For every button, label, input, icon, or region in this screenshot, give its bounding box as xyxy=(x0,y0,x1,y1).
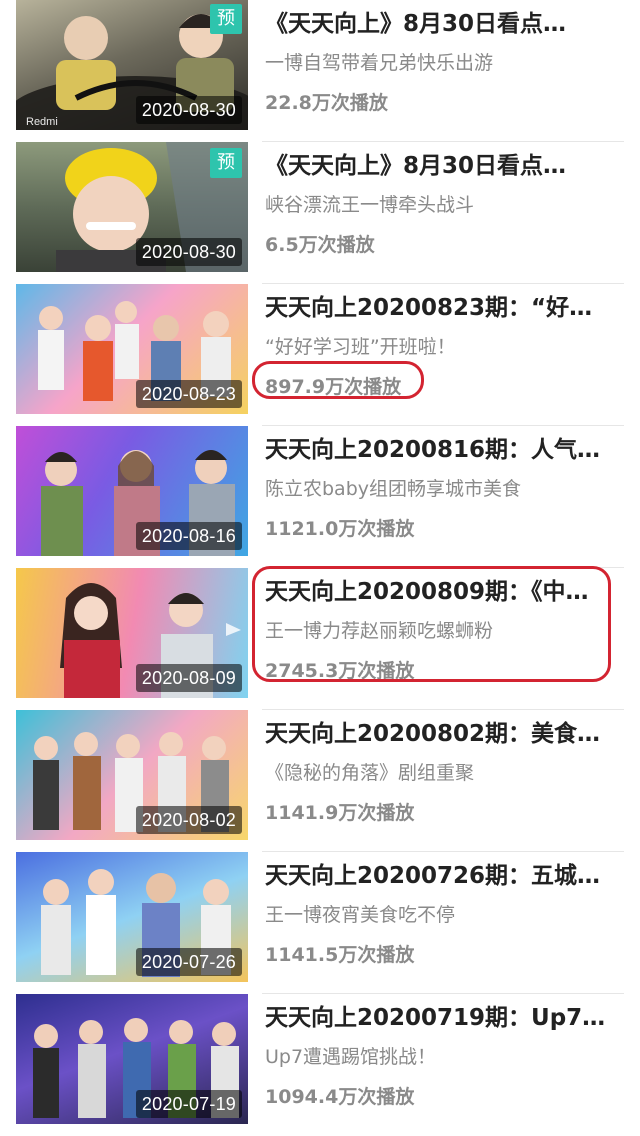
upload-date: 2020-08-02 xyxy=(135,806,242,834)
video-title[interactable]: 天天向上20200719期：Up7… xyxy=(265,998,605,1032)
video-thumbnail[interactable]: 2020-08-16 xyxy=(16,426,248,556)
video-title[interactable]: 天天向上20200823期：“好… xyxy=(265,288,605,322)
upload-date: 2020-07-26 xyxy=(135,948,242,976)
video-title[interactable]: 天天向上20200802期：美食… xyxy=(265,714,605,748)
video-thumbnail[interactable]: 2020-08-02 xyxy=(16,710,248,840)
video-item[interactable]: 2020-08-09 天天向上20200809期：《中… 王一博力荐赵丽颖吃螺蛳… xyxy=(0,568,640,710)
video-thumbnail[interactable]: 2020-07-19 xyxy=(16,994,248,1124)
video-subtitle: 王一博力荐赵丽颖吃螺蛳粉 xyxy=(265,620,494,642)
video-subtitle: 陈立农baby组团畅享城市美食 xyxy=(265,478,522,500)
video-thumbnail[interactable]: 2020-08-09 xyxy=(16,568,248,698)
view-count: 2745.3万次播放 xyxy=(265,660,415,682)
preview-badge: 预 xyxy=(210,148,242,178)
view-count: 897.9万次播放 xyxy=(265,376,402,398)
video-title[interactable]: 天天向上20200816期：人气… xyxy=(265,430,605,464)
video-item[interactable]: 2020-08-23 天天向上20200823期：“好… “好好学习班”开班啦！… xyxy=(0,284,640,426)
view-count: 1094.4万次播放 xyxy=(265,1086,415,1108)
upload-date: 2020-08-30 xyxy=(135,96,242,124)
view-count: 1141.5万次播放 xyxy=(265,944,415,966)
video-title[interactable]: 天天向上20200809期：《中… xyxy=(265,572,605,606)
upload-date: 2020-08-30 xyxy=(135,238,242,266)
video-thumbnail[interactable]: 预 Redmi 2020-08-30 xyxy=(16,0,248,130)
video-title[interactable]: 《天天向上》8月30日看点… xyxy=(265,146,605,180)
upload-date: 2020-08-16 xyxy=(135,522,242,550)
video-title[interactable]: 天天向上20200726期：五城… xyxy=(265,856,605,890)
view-count: 1121.0万次播放 xyxy=(265,518,415,540)
video-item[interactable]: 预 2020-08-30 《天天向上》8月30日看点… 峡谷漂流王一博牵头战斗 … xyxy=(0,142,640,284)
video-title[interactable]: 《天天向上》8月30日看点… xyxy=(265,4,605,38)
video-item[interactable]: 2020-08-16 天天向上20200816期：人气… 陈立农baby组团畅享… xyxy=(0,426,640,568)
video-item[interactable]: 预 Redmi 2020-08-30 《天天向上》8月30日看点… 一博自驾带着… xyxy=(0,0,640,142)
upload-date: 2020-08-09 xyxy=(135,664,242,692)
view-count: 6.5万次播放 xyxy=(265,234,375,256)
watermark-text: Redmi xyxy=(26,116,58,128)
video-item[interactable]: 2020-08-02 天天向上20200802期：美食… 《隐秘的角落》剧组重聚… xyxy=(0,710,640,852)
video-thumbnail[interactable]: 2020-08-23 xyxy=(16,284,248,414)
video-item[interactable]: 2020-07-26 天天向上20200726期：五城… 王一博夜宵美食吃不停 … xyxy=(0,852,640,994)
upload-date: 2020-08-23 xyxy=(135,380,242,408)
video-subtitle: 峡谷漂流王一博牵头战斗 xyxy=(265,194,475,216)
video-subtitle: 《隐秘的角落》剧组重聚 xyxy=(265,762,475,784)
video-subtitle: “好好学习班”开班啦！ xyxy=(265,336,456,358)
video-subtitle: 王一博夜宵美食吃不停 xyxy=(265,904,456,926)
video-subtitle: 一博自驾带着兄弟快乐出游 xyxy=(265,52,494,74)
upload-date: 2020-07-19 xyxy=(135,1090,242,1118)
video-thumbnail[interactable]: 2020-07-26 xyxy=(16,852,248,982)
video-thumbnail[interactable]: 预 2020-08-30 xyxy=(16,142,248,272)
view-count: 1141.9万次播放 xyxy=(265,802,415,824)
view-count: 22.8万次播放 xyxy=(265,92,388,114)
video-subtitle: Up7遭遇踢馆挑战！ xyxy=(265,1046,437,1068)
video-item[interactable]: 2020-07-19 天天向上20200719期：Up7… Up7遭遇踢馆挑战！… xyxy=(0,994,640,1136)
preview-badge: 预 xyxy=(210,4,242,34)
